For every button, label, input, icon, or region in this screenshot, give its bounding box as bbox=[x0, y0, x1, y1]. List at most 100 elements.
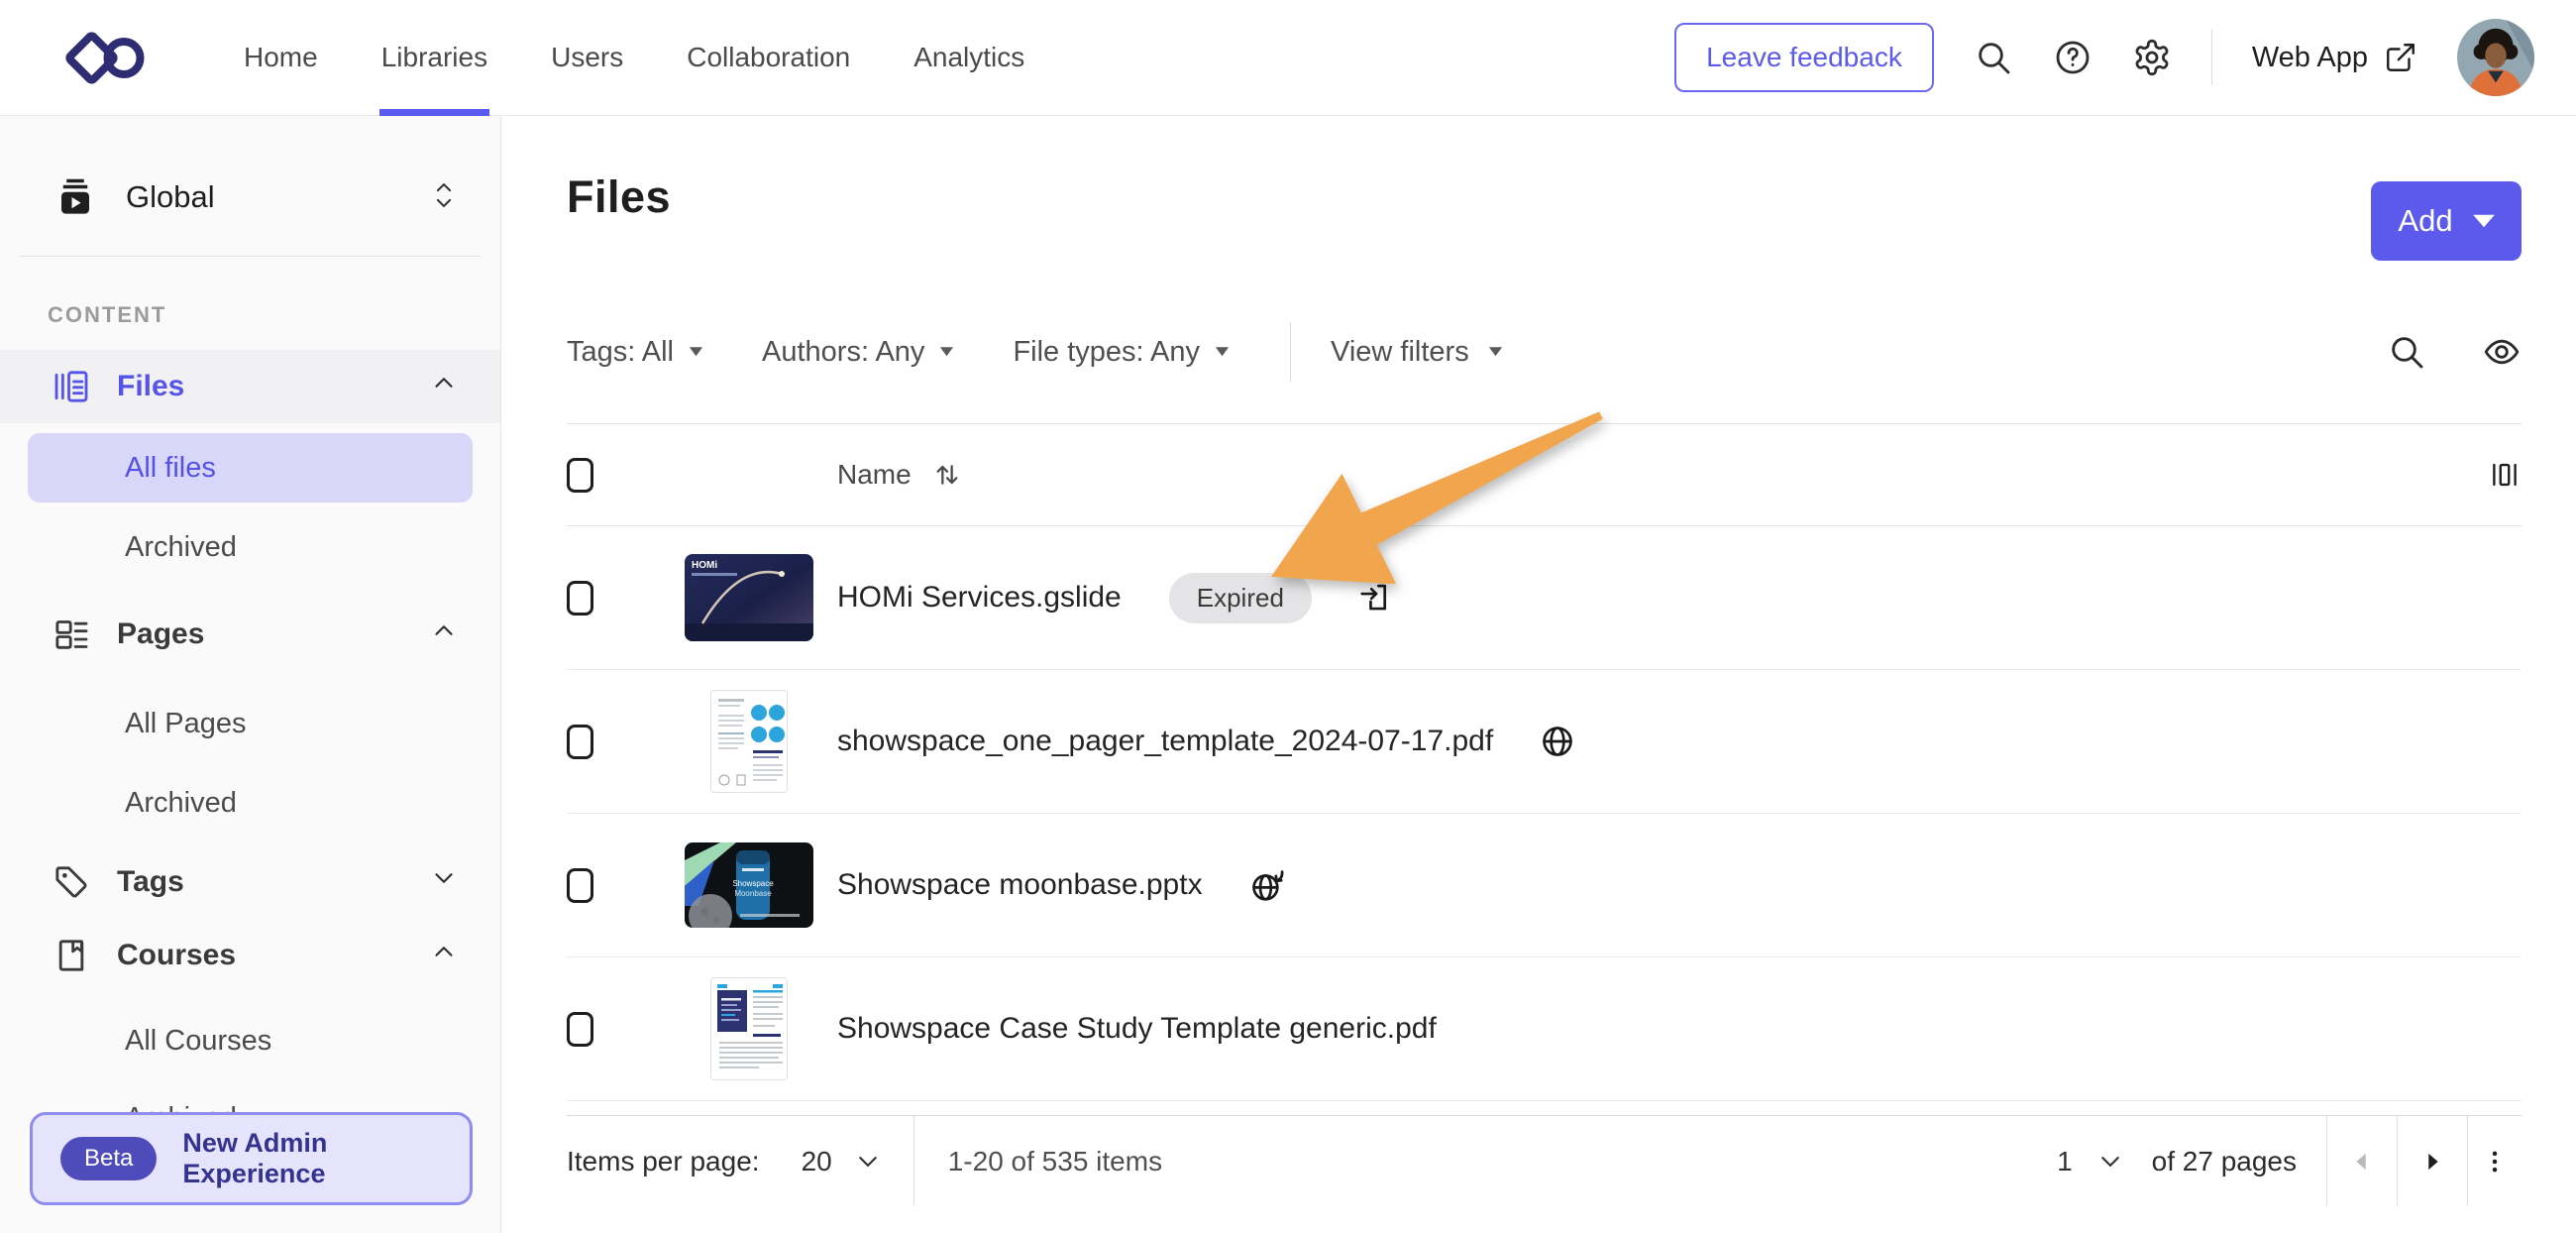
filter-bar: Tags: All Authors: Any File types: Any V… bbox=[567, 322, 2522, 382]
settings-gear-icon bbox=[2132, 38, 2172, 77]
svg-text:HOMi: HOMi bbox=[692, 560, 717, 571]
file-name[interactable]: Showspace moonbase.pptx bbox=[837, 868, 1203, 902]
topbar-divider bbox=[2211, 30, 2212, 85]
search-button[interactable] bbox=[1974, 38, 2013, 77]
nav-item-libraries[interactable]: Libraries bbox=[350, 0, 519, 116]
table-row[interactable]: Showspace Case Study Template generic.pd… bbox=[567, 957, 2522, 1101]
file-thumbnail-one-pager bbox=[710, 690, 788, 793]
web-app-link[interactable]: Web App bbox=[2252, 41, 2417, 74]
sidebar-item-all-courses[interactable]: All Courses bbox=[28, 1006, 473, 1075]
sidebar-group-label: Pages bbox=[117, 617, 204, 651]
select-all-checkbox[interactable] bbox=[567, 458, 593, 493]
file-name[interactable]: Showspace Case Study Template generic.pd… bbox=[837, 1012, 1437, 1046]
sidebar-item-label: All files bbox=[125, 452, 216, 485]
page-number-select[interactable]: 1 bbox=[2057, 1146, 2122, 1177]
view-filters-label: View filters bbox=[1331, 336, 1469, 369]
nav-item-analytics[interactable]: Analytics bbox=[882, 0, 1056, 116]
files-table: Name bbox=[567, 423, 2522, 1101]
brand-infinity-logo[interactable] bbox=[61, 17, 161, 98]
row-checkbox[interactable] bbox=[567, 725, 593, 759]
sidebar-item-label: Archived bbox=[125, 531, 237, 564]
items-per-page-value: 20 bbox=[802, 1146, 832, 1177]
globe-icon bbox=[1539, 723, 1576, 760]
globe-arrow-icon bbox=[1248, 866, 1286, 904]
table-footer: Items per page: 20 1-20 of 535 items 1 o… bbox=[567, 1115, 2522, 1206]
new-admin-experience-banner[interactable]: Beta New Admin Experience bbox=[30, 1112, 473, 1205]
current-page-value: 1 bbox=[2057, 1146, 2073, 1177]
caret-down-icon bbox=[1214, 346, 1231, 358]
pagination-overflow-button[interactable] bbox=[2468, 1116, 2522, 1206]
table-row[interactable]: Showspace Moonbase Showspace moonbase.pp… bbox=[567, 814, 2522, 957]
filter-tags-label: Tags: All bbox=[567, 336, 674, 369]
add-button-label: Add bbox=[2398, 203, 2452, 239]
sidebar-item-files-archived[interactable]: Archived bbox=[28, 512, 473, 582]
beta-banner-label: New Admin Experience bbox=[182, 1128, 442, 1189]
sidebar-item-label: All Pages bbox=[125, 708, 247, 740]
sidebar-group-label: Files bbox=[117, 370, 184, 403]
sidebar-item-all-files[interactable]: All files bbox=[28, 433, 473, 503]
filter-authors[interactable]: Authors: Any bbox=[762, 336, 955, 369]
help-button[interactable] bbox=[2053, 38, 2093, 77]
leave-feedback-button[interactable]: Leave feedback bbox=[1674, 23, 1934, 92]
library-icon bbox=[54, 176, 96, 218]
sidebar-item-all-pages[interactable]: All Pages bbox=[28, 689, 473, 758]
table-row[interactable]: showspace_one_pager_template_2024-07-17.… bbox=[567, 670, 2522, 814]
column-settings-icon[interactable] bbox=[2488, 458, 2522, 492]
view-filters-dropdown[interactable]: View filters bbox=[1331, 336, 1504, 369]
previous-page-button[interactable] bbox=[2327, 1116, 2397, 1206]
chevron-down-icon bbox=[2098, 1153, 2122, 1171]
push-into-icon bbox=[1357, 579, 1395, 616]
web-app-label: Web App bbox=[2252, 42, 2368, 74]
user-avatar[interactable] bbox=[2457, 19, 2534, 96]
external-link-icon bbox=[2384, 41, 2417, 74]
search-icon bbox=[1974, 38, 2013, 77]
nav-item-collaboration[interactable]: Collaboration bbox=[655, 0, 882, 116]
chevron-up-icon bbox=[429, 616, 459, 653]
nav-item-users[interactable]: Users bbox=[519, 0, 655, 116]
chevron-down-icon bbox=[856, 1153, 880, 1171]
pager: 1 of 27 pages bbox=[2057, 1116, 2522, 1206]
filter-authors-label: Authors: Any bbox=[762, 336, 924, 369]
topbar-actions: Leave feedback W bbox=[1674, 19, 2534, 96]
top-navigation-bar: Home Libraries Users Collaboration Analy… bbox=[0, 0, 2576, 116]
add-button[interactable]: Add bbox=[2371, 181, 2522, 261]
sidebar-group-label: Tags bbox=[117, 865, 184, 899]
courses-icon bbox=[52, 936, 91, 975]
next-page-button[interactable] bbox=[2398, 1116, 2467, 1206]
table-search-icon[interactable] bbox=[2387, 332, 2426, 372]
main-content: Files Add Tags: All Authors: Any File ty… bbox=[502, 116, 2576, 1233]
chevron-up-icon bbox=[429, 937, 459, 974]
sidebar-group-tags[interactable]: Tags bbox=[0, 845, 500, 919]
caret-down-icon bbox=[938, 346, 955, 358]
file-thumbnail-case-study bbox=[710, 977, 788, 1080]
visibility-eye-icon[interactable] bbox=[2482, 332, 2522, 372]
filter-divider bbox=[1290, 322, 1291, 382]
sort-icon[interactable] bbox=[931, 459, 963, 491]
pages-icon bbox=[52, 615, 91, 654]
nav-item-home[interactable]: Home bbox=[212, 0, 350, 116]
filter-file-types[interactable]: File types: Any bbox=[1013, 336, 1231, 369]
workspace-selector[interactable]: Global bbox=[0, 116, 500, 237]
sidebar-group-files[interactable]: Files bbox=[0, 350, 500, 423]
file-name[interactable]: showspace_one_pager_template_2024-07-17.… bbox=[837, 725, 1493, 758]
expired-status-badge: Expired bbox=[1169, 573, 1312, 623]
table-row[interactable]: HOMi HOMi Services.gslide Expired bbox=[567, 526, 2522, 670]
tag-icon bbox=[52, 862, 91, 902]
sidebar-group-courses[interactable]: Courses bbox=[0, 919, 500, 992]
row-checkbox[interactable] bbox=[567, 868, 593, 903]
filter-file-types-label: File types: Any bbox=[1013, 336, 1200, 369]
sidebar-item-pages-archived[interactable]: Archived bbox=[28, 768, 473, 838]
footer-divider bbox=[913, 1116, 914, 1206]
sidebar-group-pages[interactable]: Pages bbox=[0, 598, 500, 671]
file-name[interactable]: HOMi Services.gslide bbox=[837, 581, 1122, 615]
row-checkbox[interactable] bbox=[567, 1012, 593, 1047]
name-column-header: Name bbox=[837, 459, 912, 491]
sidebar-divider bbox=[20, 256, 481, 257]
items-per-page-select[interactable]: 20 bbox=[802, 1146, 880, 1177]
row-checkbox[interactable] bbox=[567, 581, 593, 616]
filter-tags[interactable]: Tags: All bbox=[567, 336, 704, 369]
kebab-menu-icon bbox=[2480, 1147, 2510, 1177]
settings-button[interactable] bbox=[2132, 38, 2172, 77]
previous-page-icon bbox=[2347, 1147, 2377, 1177]
caret-down-icon bbox=[1487, 346, 1504, 358]
